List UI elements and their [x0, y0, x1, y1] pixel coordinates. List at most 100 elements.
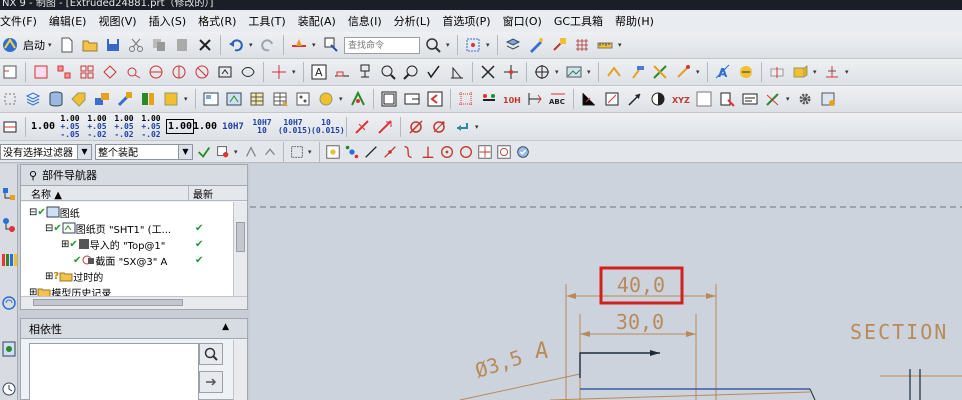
tree-node-outdated[interactable]: ⊞ ? 过时的 [21, 268, 233, 284]
checkmark-icon[interactable]: ✔ [37, 207, 45, 218]
copy-icon[interactable] [149, 35, 169, 55]
xyz-coordinate-icon[interactable]: XYZ [671, 89, 691, 109]
zoom-region-icon[interactable] [401, 62, 421, 82]
menu-format[interactable]: 格式(R) [192, 13, 242, 29]
collapse-panel-icon[interactable]: ▲ [222, 322, 229, 332]
display-icon[interactable] [648, 89, 668, 109]
grid-icon[interactable] [572, 35, 592, 55]
view-frame-icon[interactable] [215, 62, 235, 82]
annotation-edit-icon[interactable] [650, 62, 670, 82]
snap-center-icon[interactable] [439, 142, 455, 162]
datum-feature-icon[interactable] [355, 62, 375, 82]
arrangement-icon[interactable] [161, 89, 181, 109]
fit-tolerance-paren-button[interactable]: 10 (0.015) [311, 118, 345, 135]
settings-gear-icon[interactable] [795, 89, 815, 109]
snap-grid-icon[interactable] [344, 142, 360, 162]
drawing-svg[interactable]: 40,0 30,0 Ø3,5 A SECTION [250, 164, 962, 400]
tolerance-menu-icon[interactable] [0, 117, 20, 137]
component-icon[interactable] [115, 89, 135, 109]
menu-assembly[interactable]: 装配(A) [292, 13, 342, 29]
menu-edit[interactable]: 编辑(E) [43, 13, 93, 29]
feature-selection-icon[interactable] [243, 142, 259, 162]
fit-tolerance-button[interactable]: 10H7 [220, 122, 246, 131]
tag-icon[interactable] [69, 89, 89, 109]
snap-tangent-icon[interactable] [496, 142, 512, 162]
layers-stack-icon[interactable] [23, 89, 43, 109]
surface-finish-icon[interactable] [424, 62, 444, 82]
break-view-icon[interactable] [123, 62, 143, 82]
undo-icon[interactable] [226, 35, 246, 55]
diameter-callout[interactable]: Ø3,5 [472, 345, 525, 383]
dependencies-list[interactable] [29, 343, 199, 400]
rectangle-select-icon[interactable] [289, 142, 305, 162]
box-tool-dropdown-icon[interactable]: ▾ [813, 68, 819, 76]
snap-quadrant-icon[interactable] [458, 142, 474, 162]
tree-node-drawing[interactable]: ⊟ ✔ 图纸 [21, 204, 233, 220]
return-arrow-icon[interactable] [452, 117, 472, 137]
assembly-navigator-tab-icon[interactable] [1, 186, 17, 204]
tree-node-section-view[interactable]: ✔ 截面 "SX@3" A ✔ [21, 252, 233, 268]
symbol-dropdown-icon[interactable]: ▾ [555, 68, 561, 76]
search-icon[interactable] [423, 35, 443, 55]
command-finder-icon[interactable] [321, 35, 341, 55]
checkmark-icon[interactable]: ✔ [53, 223, 61, 234]
tolerance-limit-stacked-button[interactable]: 1.00 +.05 -.02 [139, 114, 163, 139]
fit-view-dropdown-icon[interactable]: ▾ [486, 41, 492, 49]
ruler-dropdown-icon[interactable]: ▾ [618, 41, 624, 49]
edit-style-icon[interactable] [526, 35, 546, 55]
dependencies-header[interactable]: 相依性 ▲ [21, 319, 247, 339]
origin-tool-icon[interactable] [673, 62, 693, 82]
selection-scope-select[interactable]: 整个装配 ▼ [95, 143, 193, 160]
paste-icon[interactable] [172, 35, 192, 55]
drafting-tools-icon[interactable] [289, 35, 309, 55]
image-dropdown-icon[interactable]: ▾ [587, 68, 593, 76]
ordinate-dim-icon[interactable] [352, 117, 372, 137]
edit-annotation-dropdown-icon[interactable]: ▾ [786, 95, 792, 103]
general-selection-icon[interactable] [215, 142, 231, 162]
weld-symbol-icon[interactable] [447, 62, 467, 82]
blank-sheet-icon[interactable] [694, 89, 714, 109]
scrollbar-thumb[interactable] [33, 299, 183, 306]
drawing-canvas[interactable]: 40,0 30,0 Ø3,5 A SECTION [250, 164, 962, 400]
ruler-icon[interactable] [595, 35, 615, 55]
dimension-inner[interactable]: 30,0 [616, 310, 664, 334]
image-icon[interactable] [564, 62, 584, 82]
menu-view[interactable]: 视图(V) [92, 13, 142, 29]
undo-dropdown-icon[interactable]: ▾ [249, 41, 255, 49]
center-mark-dropdown-icon[interactable]: ▾ [292, 68, 298, 76]
command-search-input[interactable] [344, 36, 420, 54]
cut-icon[interactable] [126, 35, 146, 55]
tolerance-limit-button[interactable]: 1.00 +.05 -.02 [85, 114, 109, 139]
pin-icon[interactable]: ⚲ [29, 169, 37, 182]
revolved-section-icon[interactable] [192, 62, 212, 82]
menu-file[interactable]: 文件(F) [0, 13, 43, 29]
rectangle-select-dropdown-icon[interactable]: ▾ [308, 148, 314, 156]
measure-icon[interactable] [822, 62, 842, 82]
fit-tolerance-bilateral-button[interactable]: 10H7 10 [249, 118, 275, 135]
standard-views-icon[interactable] [77, 62, 97, 82]
tree-node-imported-view[interactable]: ⊞ ✔ 导入的 "Top@1" ✔ [21, 236, 233, 252]
detail-view-icon[interactable] [100, 62, 120, 82]
menu-help[interactable]: 帮助(H) [609, 13, 660, 29]
center-mark-icon[interactable] [269, 62, 289, 82]
edit-settings-icon[interactable] [549, 35, 569, 55]
chevron-down-icon[interactable]: ▼ [178, 144, 192, 159]
view-dependency-icon[interactable] [224, 89, 244, 109]
reuse-library-tab-icon[interactable] [1, 250, 17, 268]
parts-list-icon[interactable] [247, 89, 267, 109]
collapse-icon[interactable]: ⊟ [45, 223, 53, 234]
base-view-icon[interactable] [31, 62, 51, 82]
inherit-icon[interactable] [736, 62, 756, 82]
type-filter-select[interactable]: 没有选择过滤器 ▼ [0, 143, 92, 160]
fit-tolerance-limits-button[interactable]: 10H7 (0.015) [278, 118, 312, 135]
zoom-icon[interactable] [378, 62, 398, 82]
web-browser-tab-icon[interactable] [1, 294, 17, 312]
note-icon[interactable]: A [309, 62, 329, 82]
nx-logo-icon[interactable] [0, 35, 20, 55]
dependencies-scrollbar[interactable] [233, 340, 247, 400]
edit-text-icon[interactable] [602, 89, 622, 109]
menu-information[interactable]: 信息(I) [342, 13, 388, 29]
projected-view-icon[interactable] [54, 62, 74, 82]
table-tools-icon[interactable] [604, 62, 624, 82]
menu-insert[interactable]: 插入(S) [143, 13, 193, 29]
